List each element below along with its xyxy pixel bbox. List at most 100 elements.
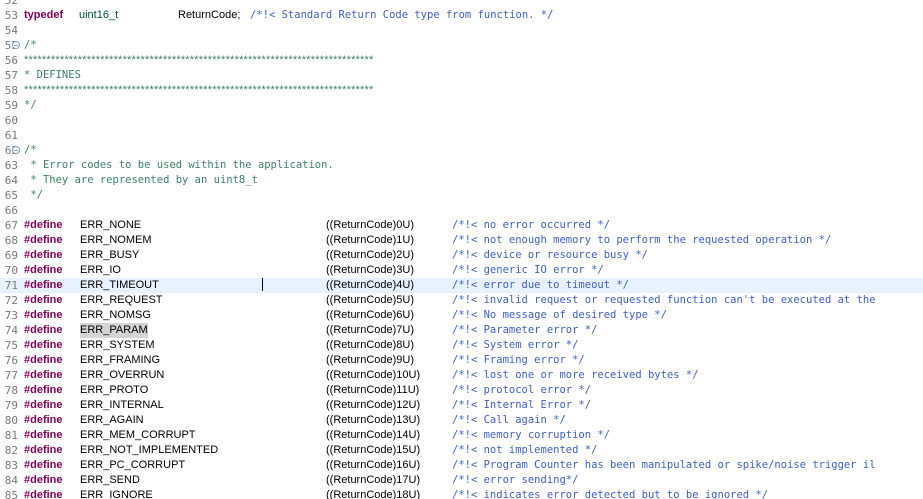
doc-comment: /*!< Framing error */ [452, 354, 585, 366]
define-line[interactable]: 77 #define ERR_OVERRUN ((ReturnCode)10U) /*!… [0, 368, 923, 383]
define-keyword: #define [24, 294, 63, 306]
doc-comment: /*!< protocol error */ [452, 384, 592, 396]
define-line[interactable]: 78 #define ERR_PROTO ((ReturnCode)11U) /*!< … [0, 383, 923, 398]
typedef-identifier: ReturnCode; [178, 9, 241, 21]
code-line[interactable]: 63 * Error codes to be used within the a… [0, 158, 923, 173]
code-line[interactable]: 65 */ [0, 188, 923, 203]
code-line[interactable]: 66 [0, 203, 923, 218]
macro-value: ((ReturnCode)18U) [326, 489, 421, 499]
define-line[interactable]: 73 #define ERR_NOMSG ((ReturnCode)6U) /*!< N… [0, 308, 923, 323]
macro-name[interactable]: ERR_BUSY [80, 248, 139, 263]
macro-name[interactable]: ERR_NOT_IMPLEMENTED [80, 443, 218, 458]
code-line[interactable]: 62 /* [0, 143, 923, 158]
line-number: 60 [4, 114, 18, 127]
define-line[interactable]: 74 #define ERR_PARAM ((ReturnCode)7U) /*!< P… [0, 323, 923, 338]
macro-name[interactable]: ERR_AGAIN [80, 413, 144, 428]
macro-name[interactable]: ERR_IGNORE [80, 488, 153, 499]
line-number: 83 [4, 459, 18, 472]
line-number: 73 [4, 309, 18, 322]
define-line[interactable]: 70 #define ERR_IO ((ReturnCode)3U) /*!< gene… [0, 263, 923, 278]
line-number: 63 [4, 159, 18, 172]
line-number: 85 [4, 489, 18, 499]
macro-name[interactable]: ERR_OVERRUN [80, 368, 164, 383]
code-line[interactable]: 64 * They are represented by an uint8_t [0, 173, 923, 188]
macro-name[interactable]: ERR_SYSTEM [80, 338, 155, 353]
code-editor[interactable]: 52 53 typedef uint16_t ReturnCode; /*!< … [0, 0, 923, 499]
code-line[interactable]: 52 [0, 0, 923, 8]
define-line[interactable]: 75 #define ERR_SYSTEM ((ReturnCode)8U) /*!< … [0, 338, 923, 353]
define-line[interactable]: 81 #define ERR_MEM_CORRUPT ((ReturnCode)14U… [0, 428, 923, 443]
macro-name[interactable]: ERR_PROTO [80, 383, 148, 398]
macro-value: ((ReturnCode)5U) [326, 294, 415, 306]
define-line[interactable]: 84 #define ERR_SEND ((ReturnCode)17U) /*!< e… [0, 473, 923, 488]
comment-text: ****************************************… [24, 84, 374, 96]
macro-name[interactable]: ERR_IO [80, 263, 121, 278]
macro-value: ((ReturnCode)4U) [326, 279, 415, 291]
doc-comment: /*!< indicates error detected but to be … [452, 489, 769, 499]
define-line[interactable]: 68 #define ERR_NOMEM ((ReturnCode)1U) /*!< n… [0, 233, 923, 248]
define-line[interactable]: 85 #define ERR_IGNORE ((ReturnCode)18U) /*!<… [0, 488, 923, 499]
code-line[interactable]: 57 * DEFINES [0, 68, 923, 83]
code-line[interactable]: 56 *************************************… [0, 53, 923, 68]
define-line[interactable]: 69 #define ERR_BUSY ((ReturnCode)2U) /*!< de… [0, 248, 923, 263]
macro-value: ((ReturnCode)15U) [326, 444, 421, 456]
macro-value: ((ReturnCode)14U) [326, 429, 421, 441]
define-keyword: #define [24, 474, 63, 486]
macro-value: ((ReturnCode)6U) [326, 309, 415, 321]
fold-toggle-icon[interactable] [12, 41, 20, 49]
define-keyword: #define [24, 279, 63, 291]
macro-name[interactable]: ERR_REQUEST [80, 293, 163, 308]
line-number: 81 [4, 429, 18, 442]
macro-name[interactable]: ERR_SEND [80, 473, 140, 488]
code-line[interactable]: 61 [0, 128, 923, 143]
line-number: 84 [4, 474, 18, 487]
define-line[interactable]: 72 #define ERR_REQUEST ((ReturnCode)5U) /*!<… [0, 293, 923, 308]
macro-name[interactable]: ERR_NOMSG [80, 308, 151, 323]
code-line[interactable]: 59 */ [0, 98, 923, 113]
doc-comment: /*!< Parameter error */ [452, 324, 598, 336]
macro-name[interactable]: ERR_NONE [80, 218, 141, 233]
define-keyword: #define [24, 414, 63, 426]
define-keyword: #define [24, 444, 63, 456]
define-line[interactable]: 80 #define ERR_AGAIN ((ReturnCode)13U) /*!< … [0, 413, 923, 428]
define-line[interactable]: 82 #define ERR_NOT_IMPLEMENTED ((ReturnCode… [0, 443, 923, 458]
macro-name[interactable]: ERR_TIMEOUT [80, 278, 159, 293]
define-keyword: #define [24, 219, 63, 231]
doc-comment: /*!< error sending*/ [452, 474, 579, 486]
code-line[interactable]: 55 /* [0, 38, 923, 53]
define-line[interactable]: 79 #define ERR_INTERNAL ((ReturnCode)12U) /*… [0, 398, 923, 413]
doc-comment: /*!< Program Counter has been manipulate… [452, 459, 876, 471]
line-number: 68 [4, 234, 18, 247]
macro-name[interactable]: ERR_MEM_CORRUPT [80, 428, 196, 443]
define-keyword: #define [24, 384, 63, 396]
define-line[interactable]: 67 #define ERR_NONE ((ReturnCode)0U) /*!< no… [0, 218, 923, 233]
typedef-keyword: typedef [24, 9, 64, 21]
macro-name[interactable]: ERR_PARAM [80, 323, 148, 338]
code-line[interactable]: 54 [0, 23, 923, 38]
define-keyword: #define [24, 339, 63, 351]
doc-comment: /*!< memory corruption */ [452, 429, 611, 441]
macro-name[interactable]: ERR_INTERNAL [80, 398, 164, 413]
macro-value: ((ReturnCode)16U) [326, 459, 421, 471]
macro-name[interactable]: ERR_PC_CORRUPT [80, 458, 185, 473]
line-number: 76 [4, 354, 18, 367]
code-line[interactable]: 60 [0, 113, 923, 128]
macro-value: ((ReturnCode)9U) [326, 354, 415, 366]
macro-value: ((ReturnCode)3U) [326, 264, 415, 276]
define-keyword: #define [24, 264, 63, 276]
define-line[interactable]: 83 #define ERR_PC_CORRUPT ((ReturnCode)16U)… [0, 458, 923, 473]
define-keyword: #define [24, 249, 63, 261]
define-keyword: #define [24, 309, 63, 321]
fold-toggle-icon[interactable] [12, 146, 20, 154]
line-number: 65 [4, 189, 18, 202]
doc-comment: /*!< Internal Error */ [452, 399, 592, 411]
macro-name[interactable]: ERR_FRAMING [80, 353, 160, 368]
code-line[interactable]: 53 typedef uint16_t ReturnCode; /*!< Sta… [0, 8, 923, 23]
define-line[interactable]: 76 #define ERR_FRAMING ((ReturnCode)9U) /*!<… [0, 353, 923, 368]
macro-name[interactable]: ERR_NOMEM [80, 233, 152, 248]
define-line[interactable]: 71 #define ERR_TIMEOUT ((ReturnCode)4U) /*!<… [0, 278, 923, 293]
doc-comment: /*!< error due to timeout */ [452, 279, 630, 291]
doc-comment: /*!< generic IO error */ [452, 264, 604, 276]
code-line[interactable]: 58 *************************************… [0, 83, 923, 98]
line-number: 75 [4, 339, 18, 352]
